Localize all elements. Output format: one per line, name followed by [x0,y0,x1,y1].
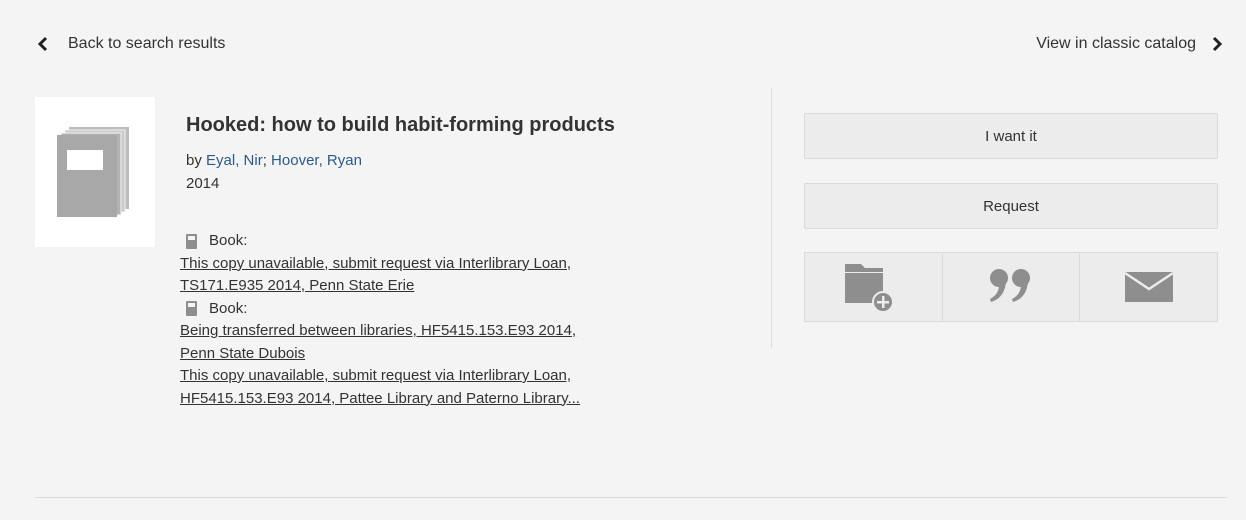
title-subtitle: how to build habit-forming products [266,114,615,136]
availability-location: TS171.E935 2014, Penn State Erie [180,277,415,294]
email-button[interactable] [1080,252,1219,322]
availability-status: This copy unavailable, submit request vi… [180,367,572,384]
add-to-folder-icon [845,264,895,312]
top-navigation: Back to search results View in classic c… [0,0,1246,90]
back-to-results-link[interactable]: Back to search results [36,35,225,53]
author-separator: ; [262,152,272,169]
availability-link[interactable]: Being transferred between libraries, HF5… [180,320,740,365]
record-summary: Hooked: how to build habit-forming produ… [186,112,746,192]
i-want-it-button[interactable]: I want it [804,113,1218,159]
book-icon [57,127,129,217]
format-row: Book: [180,298,740,321]
book-format-icon [186,301,197,317]
cite-quote-icon [990,269,1030,302]
column-divider [771,88,772,348]
author-link[interactable]: Eyal, Nir [206,152,263,169]
email-icon [1123,271,1174,302]
availability-link[interactable]: This copy unavailable, submit request vi… [180,253,740,298]
record-tools [804,252,1219,322]
availability-location: Penn State Dubois [180,344,306,362]
back-to-results-label: Back to search results [68,35,226,52]
view-classic-label: View in classic catalog [1036,35,1196,52]
book-format-icon [186,233,197,249]
cite-button[interactable] [942,252,1081,322]
availability-location: HF5415.153.E93 2014, Pattee Library and … [180,389,580,407]
by-label: by [186,152,207,169]
format-label: Book: [209,232,248,249]
title-main: Hooked: [186,114,266,136]
availability-status: Being transferred between libraries, HF5… [180,322,577,339]
publication-year: 2014 [186,175,220,192]
availability-status: This copy unavailable, submit request vi… [180,254,572,272]
chevron-right-icon [1212,36,1223,52]
format-row: Book: [180,230,740,253]
book-cover-thumbnail[interactable] [35,97,155,247]
section-divider [35,497,1227,498]
view-classic-catalog-link[interactable]: View in classic catalog [1036,35,1224,53]
chevron-left-icon [37,36,48,52]
add-to-folder-button[interactable] [804,252,943,322]
author-line: by Eyal, Nir; Hoover, Ryan [186,152,746,169]
format-label: Book: [209,299,248,317]
record-title[interactable]: Hooked: how to build habit-forming produ… [186,112,746,138]
holdings-list: Book: This copy unavailable, submit requ… [180,230,740,410]
author-link[interactable]: Hoover, Ryan [271,152,362,169]
availability-link[interactable]: This copy unavailable, submit request vi… [180,365,740,410]
request-button[interactable]: Request [804,183,1218,229]
